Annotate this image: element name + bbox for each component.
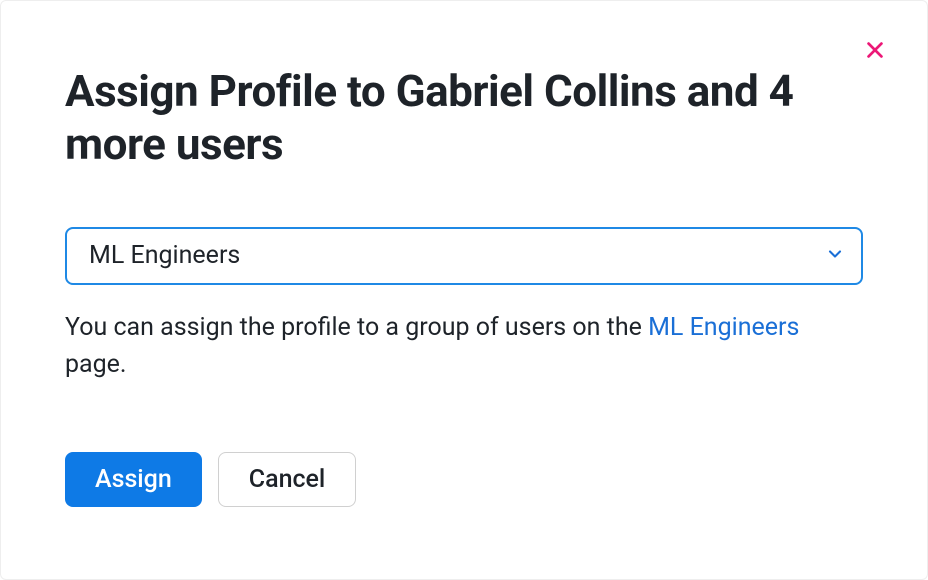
assign-button[interactable]: Assign <box>65 452 202 507</box>
helper-suffix: page. <box>65 350 127 379</box>
profile-select-wrapper: ML Engineers <box>65 227 863 285</box>
dialog-actions: Assign Cancel <box>65 452 863 507</box>
dialog-title: Assign Profile to Gabriel Collins and 4 … <box>65 65 863 171</box>
helper-text: You can assign the profile to a group of… <box>65 309 863 384</box>
close-icon <box>864 39 886 64</box>
profile-page-link[interactable]: ML Engineers <box>648 313 799 342</box>
helper-prefix: You can assign the profile to a group of… <box>65 313 648 342</box>
assign-profile-dialog: Assign Profile to Gabriel Collins and 4 … <box>0 0 928 580</box>
cancel-button[interactable]: Cancel <box>218 452 357 507</box>
profile-select[interactable]: ML Engineers <box>65 227 863 285</box>
close-button[interactable] <box>861 37 889 65</box>
